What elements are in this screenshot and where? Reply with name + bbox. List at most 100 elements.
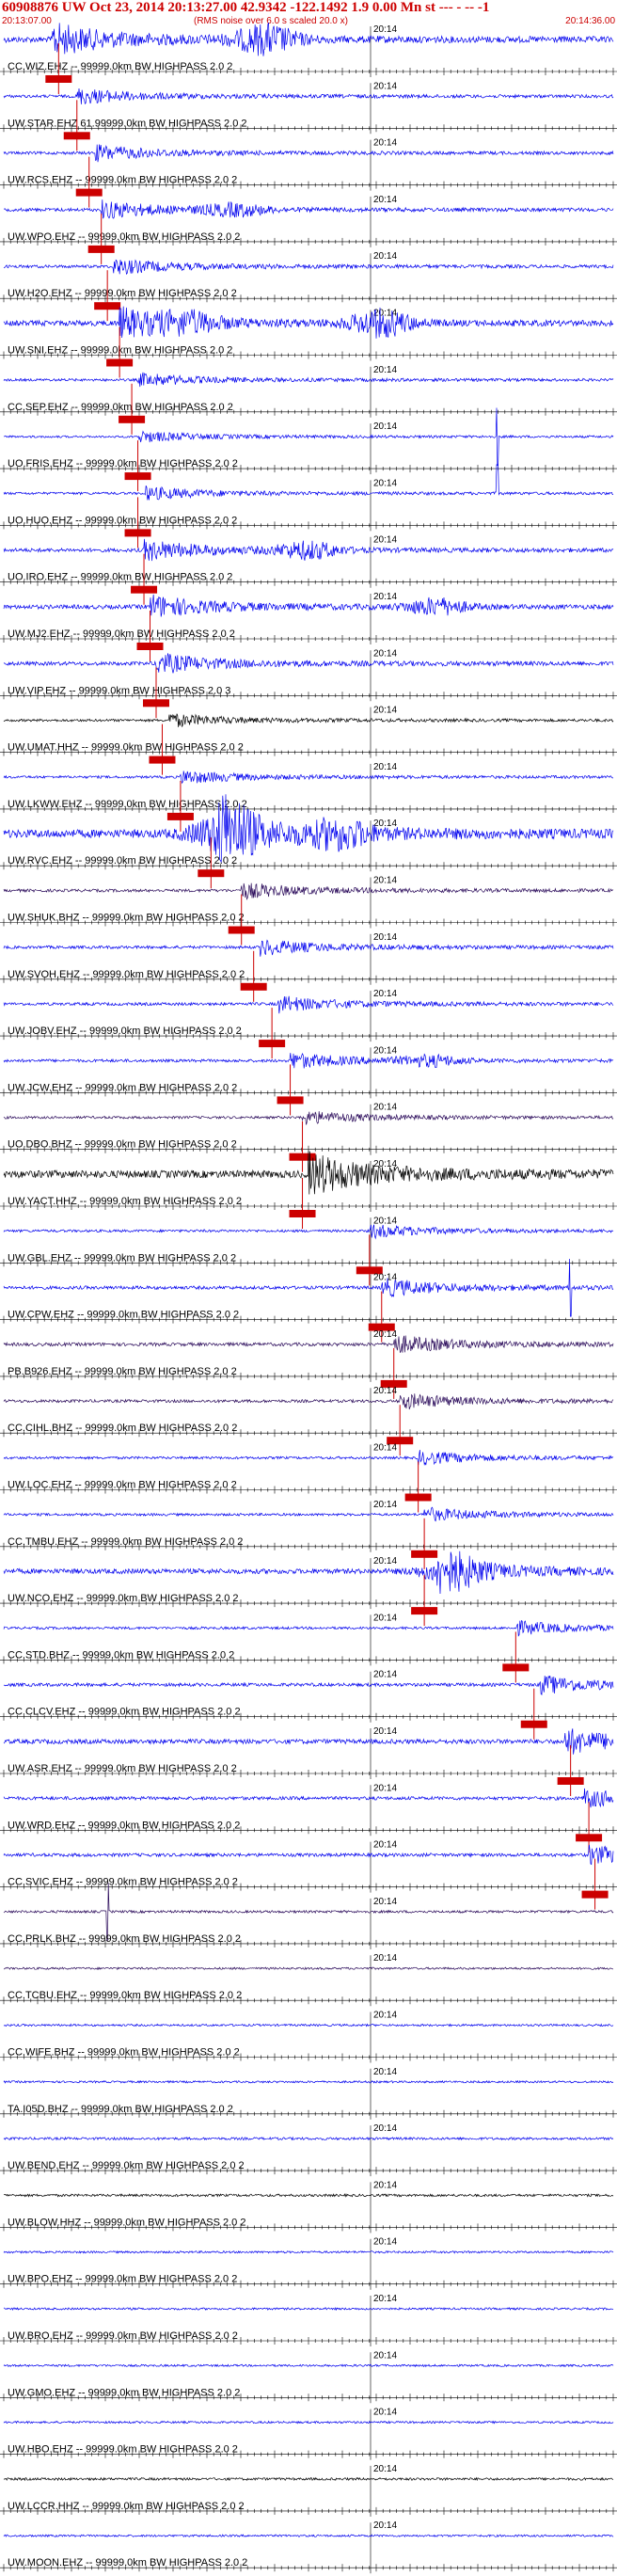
waveform [3,771,614,785]
trace-row: 20:14 CC.STD.BHZ -- 99999.0km BW HIGHPASS… [0,1613,617,1683]
pick-marker [576,1834,603,1842]
minute-label: 20:14 [373,989,397,999]
waveform [3,2193,614,2198]
pick-marker [149,755,176,764]
station-label: PB.B926.EHZ -- 99999.0km BW HIGHPASS 2.0… [8,1366,237,1377]
waveform [3,199,614,219]
trace-row: 20:14 UW.NCO.EHZ -- 99999.0km BW HIGHPASS… [0,1550,617,1627]
waveform [3,939,614,957]
waveform [3,1224,614,1240]
trace-row: 20:14 UW.LKWW.EHZ -- 99999.0km BW HIGHPAS… [0,762,617,832]
minute-label: 20:14 [373,1045,397,1056]
minute-label: 20:14 [373,592,397,602]
trace-row: 20:14 CC.WIZ.EHZ -- 99999.0km BW HIGHPASS… [0,22,617,94]
pick-marker [404,1493,432,1502]
waveform [3,538,614,562]
station-label: UW.BLOW.HHZ -- 99999.0km BW HIGHPASS 2.0… [8,2217,245,2228]
minute-label: 20:14 [373,309,397,319]
waveform [3,1844,614,1866]
pick-marker [228,926,255,934]
waveform [3,306,614,339]
waveform [3,713,614,727]
minute-label: 20:14 [373,876,397,886]
trace-row: 20:14 UW.GMO.EHZ -- 99999.0km BW HIGHPASS… [0,2350,617,2404]
minute-label: 20:14 [373,421,397,432]
trace-row: 20:14 UW.MJ2.EHZ -- 99999.0km BW HIGHPASS… [0,592,617,661]
waveform [3,1675,614,1695]
trace-row: 20:14 UW.WRD.EHZ -- 99999.0km BW HIGHPASS… [0,1783,617,1853]
station-label: CC.SEP.EHZ -- 99999.0km BW HIGHPASS 2.0 … [8,402,233,413]
minute-label: 20:14 [373,706,397,716]
pick-marker [87,245,115,253]
minute-label: 20:14 [373,2408,397,2418]
minute-label: 20:14 [373,1386,397,1396]
trace-row: 20:14 CC.WIFE.BHZ -- 99999.0km BW HIGHPAS… [0,2011,617,2063]
station-label: UW.WPO.EHZ -- 99999.0km BW HIGHPASS 2.0 … [8,231,240,243]
waveform [3,2136,614,2141]
pick-marker [124,472,151,481]
station-label: CC.STD.BHZ -- 99999.0km BW HIGHPASS 2.0 … [8,1649,234,1661]
minute-label: 20:14 [373,2237,397,2248]
station-label: CC.TMBU.EHZ -- 99999.0km BW HIGHPASS 2.0… [8,1536,243,1548]
pick-marker [131,585,158,594]
station-label: UW.YACT.HHZ -- 99999.0km BW HIGHPASS 2.0… [8,1196,242,1207]
waveform [3,2420,614,2425]
minute-label: 20:14 [373,1443,397,1454]
station-label: TA.I05D.BHZ -- 99999.0km BW HIGHPASS 2.0… [8,2104,233,2115]
pick-marker [45,75,72,83]
trace-row: 20:14 UW.SVOH.EHZ -- 99999.0km BW HIGHPAS… [0,932,617,1002]
station-label: UW.BEND.EHZ -- 99999.0km BW HIGHPASS 2.0… [8,2160,245,2171]
minute-label: 20:14 [373,1670,397,1680]
pick-marker [198,869,225,878]
trace-row: 20:14 UW.YACT.HHZ -- 99999.0km BW HIGHPAS… [0,1150,617,1229]
minute-label: 20:14 [373,2350,397,2361]
trace-row: 20:14 UO.IRO.EHZ -- 99999.0km BW HIGHPASS… [0,535,617,605]
waveform [3,1111,614,1125]
station-label: UO.HUO.EHZ -- 99999.0km BW HIGHPASS 2.0 … [8,515,237,526]
station-label: UW.SVOH.EHZ -- 99999.0km BW HIGHPASS 2.0… [8,969,245,980]
pick-marker [143,699,169,708]
pick-marker [136,643,164,650]
minute-label: 20:14 [373,648,397,659]
trace-row: 20:14 UW.JOBV.EHZ -- 99999.0km BW HIGHPAS… [0,989,617,1059]
pick-marker [581,1890,609,1899]
trace-row: 20:14 TA.I05D.BHZ -- 99999.0km BW HIGHPAS… [0,2067,617,2120]
minute-label: 20:14 [373,1103,397,1113]
minute-label: 20:14 [373,1216,397,1226]
minute-label: 20:14 [373,24,397,35]
station-label: UO.IRO.EHZ -- 99999.0km BW HIGHPASS 2.0 … [8,572,232,583]
waveform [3,1258,614,1317]
pick-marker [166,812,194,820]
station-label: UW.JOBV.EHZ -- 99999.0km BW HIGHPASS 2.0… [8,1026,242,1037]
waveform [3,144,614,163]
trace-row: 20:14 UW.HBO.EHZ -- 99999.0km BW HIGHPASS… [0,2408,617,2460]
minute-label: 20:14 [373,2011,397,2021]
pick-marker [106,358,134,367]
trace-row: 20:14 UW.LCCR.HHZ -- 99999.0km BW HIGHPAS… [0,2464,617,2517]
station-label: UW.LOC.EHZ -- 99999.0km BW HIGHPASS 2.0 … [8,1480,237,1491]
station-label: UW.MOON.EHZ -- 99999.0km BW HIGHPASS 2.0… [8,2557,247,2568]
pick-marker [411,1550,438,1558]
station-label: UW.JCW.EHZ -- 99999.0km BW HIGHPASS 2.0 … [8,1082,237,1093]
station-label: UW.SHUK.BHZ -- 99999.0km BW HIGHPASS 2.0… [8,913,245,924]
pick-marker [75,188,103,197]
minute-label: 20:14 [373,1613,397,1623]
station-label: UW.ASR.EHZ -- 99999.0km BW HIGHPASS 2.0 … [8,1763,237,1774]
waveform [3,1550,614,1595]
station-label: CC.WIFE.BHZ -- 99999.0km BW HIGHPASS 2.0… [8,2047,240,2059]
minute-label: 20:14 [373,2123,397,2134]
waveform [3,2079,614,2084]
minute-label: 20:14 [373,2464,397,2474]
waveform [3,1052,614,1069]
trace-row: 20:14 UW.RCS.EHZ -- 99999.0km BW HIGHPASS… [0,138,617,208]
station-label: UW.CPW.EHZ -- 99999.0km BW HIGHPASS 2.0 … [8,1310,239,1321]
minute-label: 20:14 [373,1783,397,1793]
waveform [3,1393,614,1410]
trace-row: 20:14 UW.H2O.EHZ -- 99999.0km BW HIGHPASS… [0,251,617,322]
station-label: UW.STAR.EHZ 61.99999.0km BW HIGHPASS 2.0… [8,118,247,129]
waveform [3,1619,614,1637]
station-label: UW.BRO.EHZ -- 99999.0km BW HIGHPASS 2.0 … [8,2330,238,2342]
station-label: UW.UMAT.HHZ -- 99999.0km BW HIGHPASS 2.0… [8,742,244,754]
minute-label: 20:14 [373,535,397,546]
trace-row: 20:14 CC.PRLK.BHZ -- 99999.0km BW HIGHPAS… [0,1883,617,1949]
